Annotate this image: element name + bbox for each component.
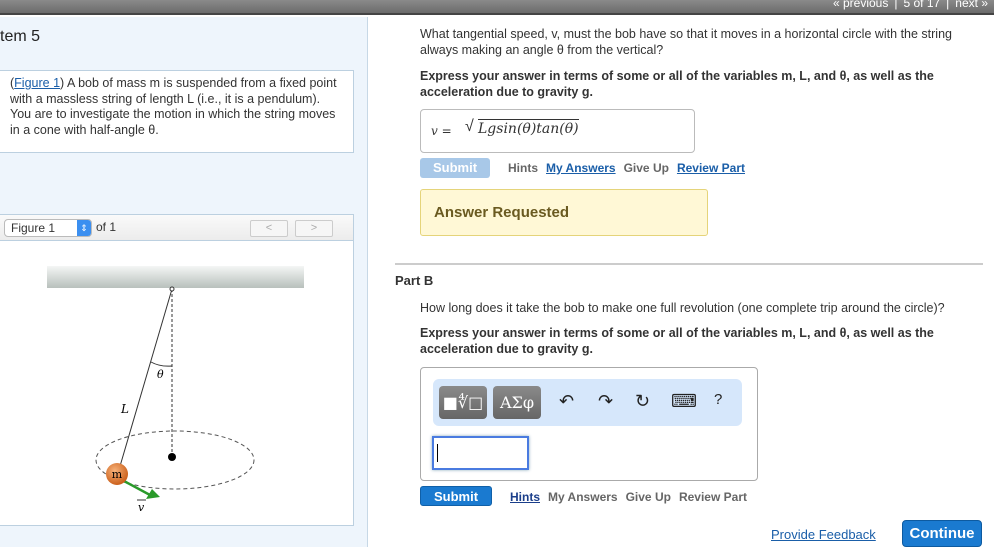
reset-icon[interactable]: ↻ — [635, 391, 650, 412]
undo-icon[interactable]: ↶ — [559, 391, 574, 412]
figure-panel: Figure 1 ⇕ of 1 < > m θ L v — [0, 214, 354, 526]
partB-my-answers[interactable]: My Answers — [548, 490, 618, 504]
figure-select[interactable]: Figure 1 ⇕ — [4, 219, 92, 237]
partA-review-part[interactable]: Review Part — [677, 161, 745, 175]
partA-answer: Lgsin(θ)tan(θ) — [478, 119, 579, 137]
next-link[interactable]: next » — [955, 0, 988, 10]
string — [117, 288, 173, 474]
figure-toolbar: Figure 1 ⇕ of 1 < > — [0, 215, 353, 241]
problem-intro: (Figure 1) A bob of mass m is suspended … — [0, 70, 354, 153]
greek-symbols-button[interactable]: ΑΣφ — [493, 386, 541, 419]
partB-answer-input[interactable] — [432, 436, 529, 470]
math-toolbar: ■∜□ ΑΣφ ↶ ↷ ↻ ⌨ ? — [433, 379, 742, 426]
partA-question: What tangential speed, v, must the bob h… — [420, 27, 952, 57]
partB-give-up[interactable]: Give Up — [626, 490, 671, 504]
partB-review-part[interactable]: Review Part — [679, 490, 747, 504]
item-title: tem 5 — [0, 28, 41, 45]
divider — [395, 263, 983, 265]
partA-actions: Hints My Answers Give Up Review Part — [508, 161, 753, 175]
keyboard-icon[interactable]: ⌨ — [671, 391, 697, 412]
pendulum-figure: m θ L v — [47, 266, 304, 514]
length-label: L — [120, 402, 129, 416]
provide-feedback-link[interactable]: Provide Feedback — [771, 527, 876, 542]
partA-instructions: Express your answer in terms of some or … — [420, 69, 934, 99]
previous-link[interactable]: « previous — [833, 0, 888, 10]
partB-actions: Hints My Answers Give Up Review Part — [510, 490, 755, 504]
ceiling — [47, 266, 304, 288]
partB-submit-button[interactable]: Submit — [420, 486, 492, 506]
partA-my-answers[interactable]: My Answers — [546, 161, 616, 175]
partB-hints[interactable]: Hints — [510, 490, 540, 504]
velocity-label: v — [138, 501, 145, 514]
figure-prev-button[interactable]: < — [250, 220, 288, 237]
select-arrows-icon: ⇕ — [77, 220, 91, 236]
angle-arc — [150, 361, 173, 367]
figure-select-value: Figure 1 — [11, 221, 56, 235]
circle-center — [168, 453, 176, 461]
redo-icon[interactable]: ↷ — [598, 391, 613, 412]
help-icon[interactable]: ? — [714, 391, 722, 408]
item-position: 5 of 17 — [903, 0, 941, 10]
partA-give-up[interactable]: Give Up — [624, 161, 669, 175]
partB-title: Part B — [395, 273, 434, 288]
templates-button[interactable]: ■∜□ — [439, 386, 487, 419]
item-nav: « previous | 5 of 17 | next » — [827, 0, 994, 10]
velocity-arrow — [123, 479, 151, 497]
sqrt-icon: √ — [465, 118, 474, 135]
figure-next-button[interactable]: > — [295, 220, 333, 237]
answer-requested-banner: Answer Requested — [420, 189, 708, 236]
partA-hints[interactable]: Hints — [508, 161, 538, 175]
top-bar: « previous | 5 of 17 | next » — [0, 0, 994, 15]
partA-answer-box: v = √ Lgsin(θ)tan(θ) — [420, 109, 695, 153]
partB-instructions: Express your answer in terms of some or … — [420, 326, 934, 356]
mass-label: m — [112, 468, 123, 481]
figure-link[interactable]: Figure 1 — [14, 76, 60, 90]
figure-count: of 1 — [96, 220, 117, 234]
theta-label: θ — [157, 368, 164, 381]
answer-variable: v = — [431, 124, 452, 138]
continue-button[interactable]: Continue — [902, 520, 982, 547]
partA-submit-button[interactable]: Submit — [420, 158, 490, 178]
partB-question: How long does it take the bob to make on… — [420, 301, 945, 315]
